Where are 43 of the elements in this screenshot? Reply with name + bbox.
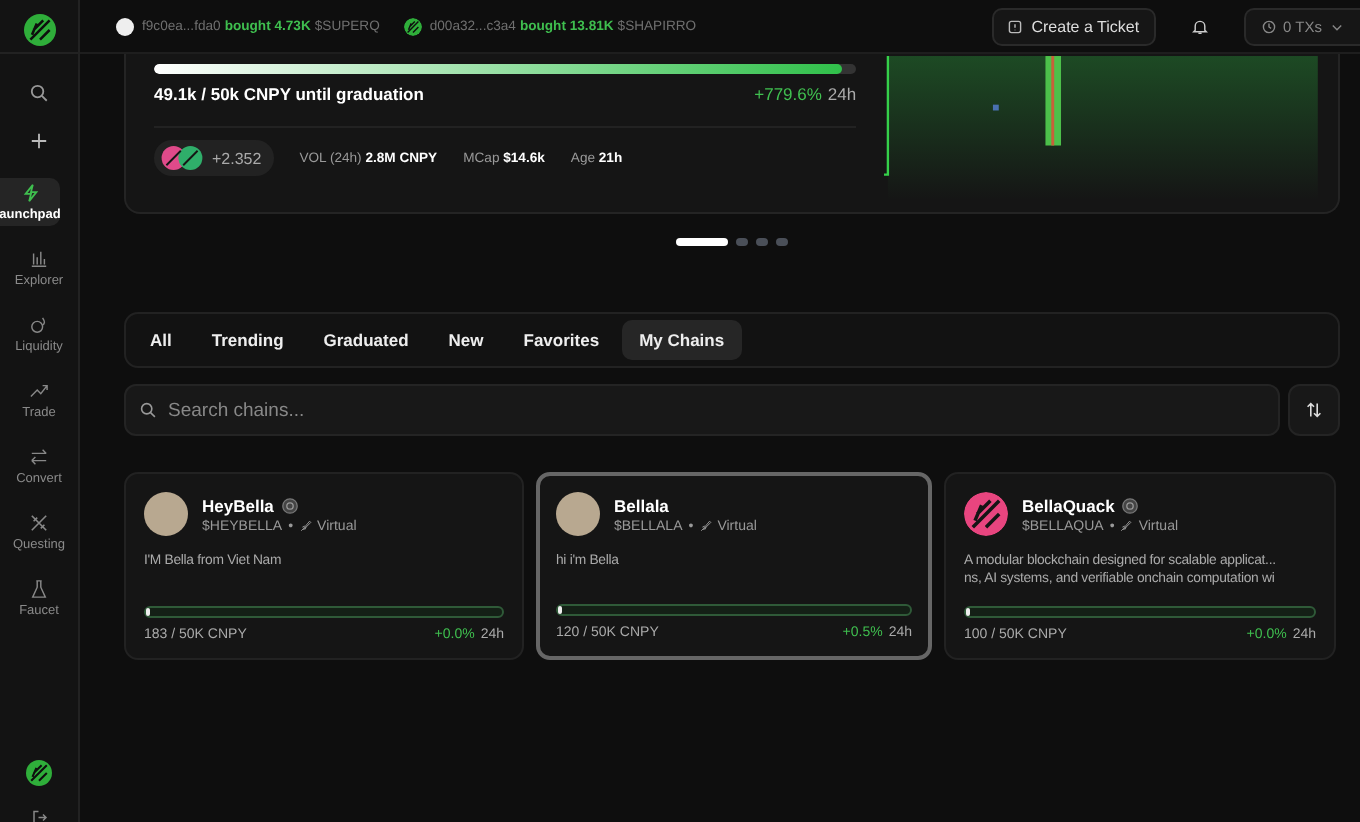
swap-arrows-icon xyxy=(30,448,48,466)
chain-name: BellaQuack xyxy=(1022,495,1115,515)
chain-name: Bellala xyxy=(614,495,669,515)
graduation-progress-text: 49.1k / 50k CNPY until graduation xyxy=(154,84,424,104)
price-change: +779.6% xyxy=(754,84,822,104)
leaf-logo-icon[interactable] xyxy=(23,14,55,46)
sort-button[interactable] xyxy=(1288,384,1340,436)
search-icon[interactable] xyxy=(30,84,48,102)
chain-name: HeyBella xyxy=(202,495,274,515)
photo-placeholder xyxy=(556,492,600,536)
filter-tab[interactable]: My Chains xyxy=(621,320,743,360)
photo-placeholder xyxy=(144,492,188,536)
holders-count: +2.352 xyxy=(212,149,262,167)
filter-tab[interactable]: New xyxy=(430,320,502,360)
rocket-icon xyxy=(699,520,712,532)
bolt-icon xyxy=(21,184,39,202)
leaf-logo-icon xyxy=(964,492,1008,536)
filter-tab[interactable]: All xyxy=(132,320,190,360)
ticket-icon xyxy=(1007,19,1022,33)
flask-icon xyxy=(30,580,48,598)
trend-icon xyxy=(30,382,48,400)
change-period: 24h xyxy=(827,84,857,104)
bar-chart-icon xyxy=(30,250,48,268)
holder-avatars-icon xyxy=(160,146,204,170)
plus-icon[interactable] xyxy=(30,132,48,150)
crossed-tools-icon xyxy=(30,514,48,532)
logout-icon[interactable] xyxy=(31,810,47,822)
chevron-down-icon xyxy=(1330,19,1344,33)
sort-arrows-icon xyxy=(1306,402,1322,418)
search-icon xyxy=(140,402,156,418)
leaf-logo-icon[interactable] xyxy=(26,760,52,786)
avatar-icon xyxy=(116,17,134,35)
search-field[interactable]: Search chains... xyxy=(124,384,1280,436)
clock-icon xyxy=(1261,19,1276,33)
rocket-icon xyxy=(299,520,312,532)
create-ticket-button[interactable]: Create a Ticket xyxy=(991,7,1156,45)
drops-icon xyxy=(30,316,48,334)
filter-tab[interactable]: Trending xyxy=(193,320,302,360)
filter-tab[interactable]: Favorites xyxy=(505,320,618,360)
leaf-avatar-icon xyxy=(403,17,422,35)
rocket-icon xyxy=(1120,520,1133,532)
bell-icon[interactable] xyxy=(1191,17,1208,35)
filter-tab[interactable]: Graduated xyxy=(305,320,427,360)
